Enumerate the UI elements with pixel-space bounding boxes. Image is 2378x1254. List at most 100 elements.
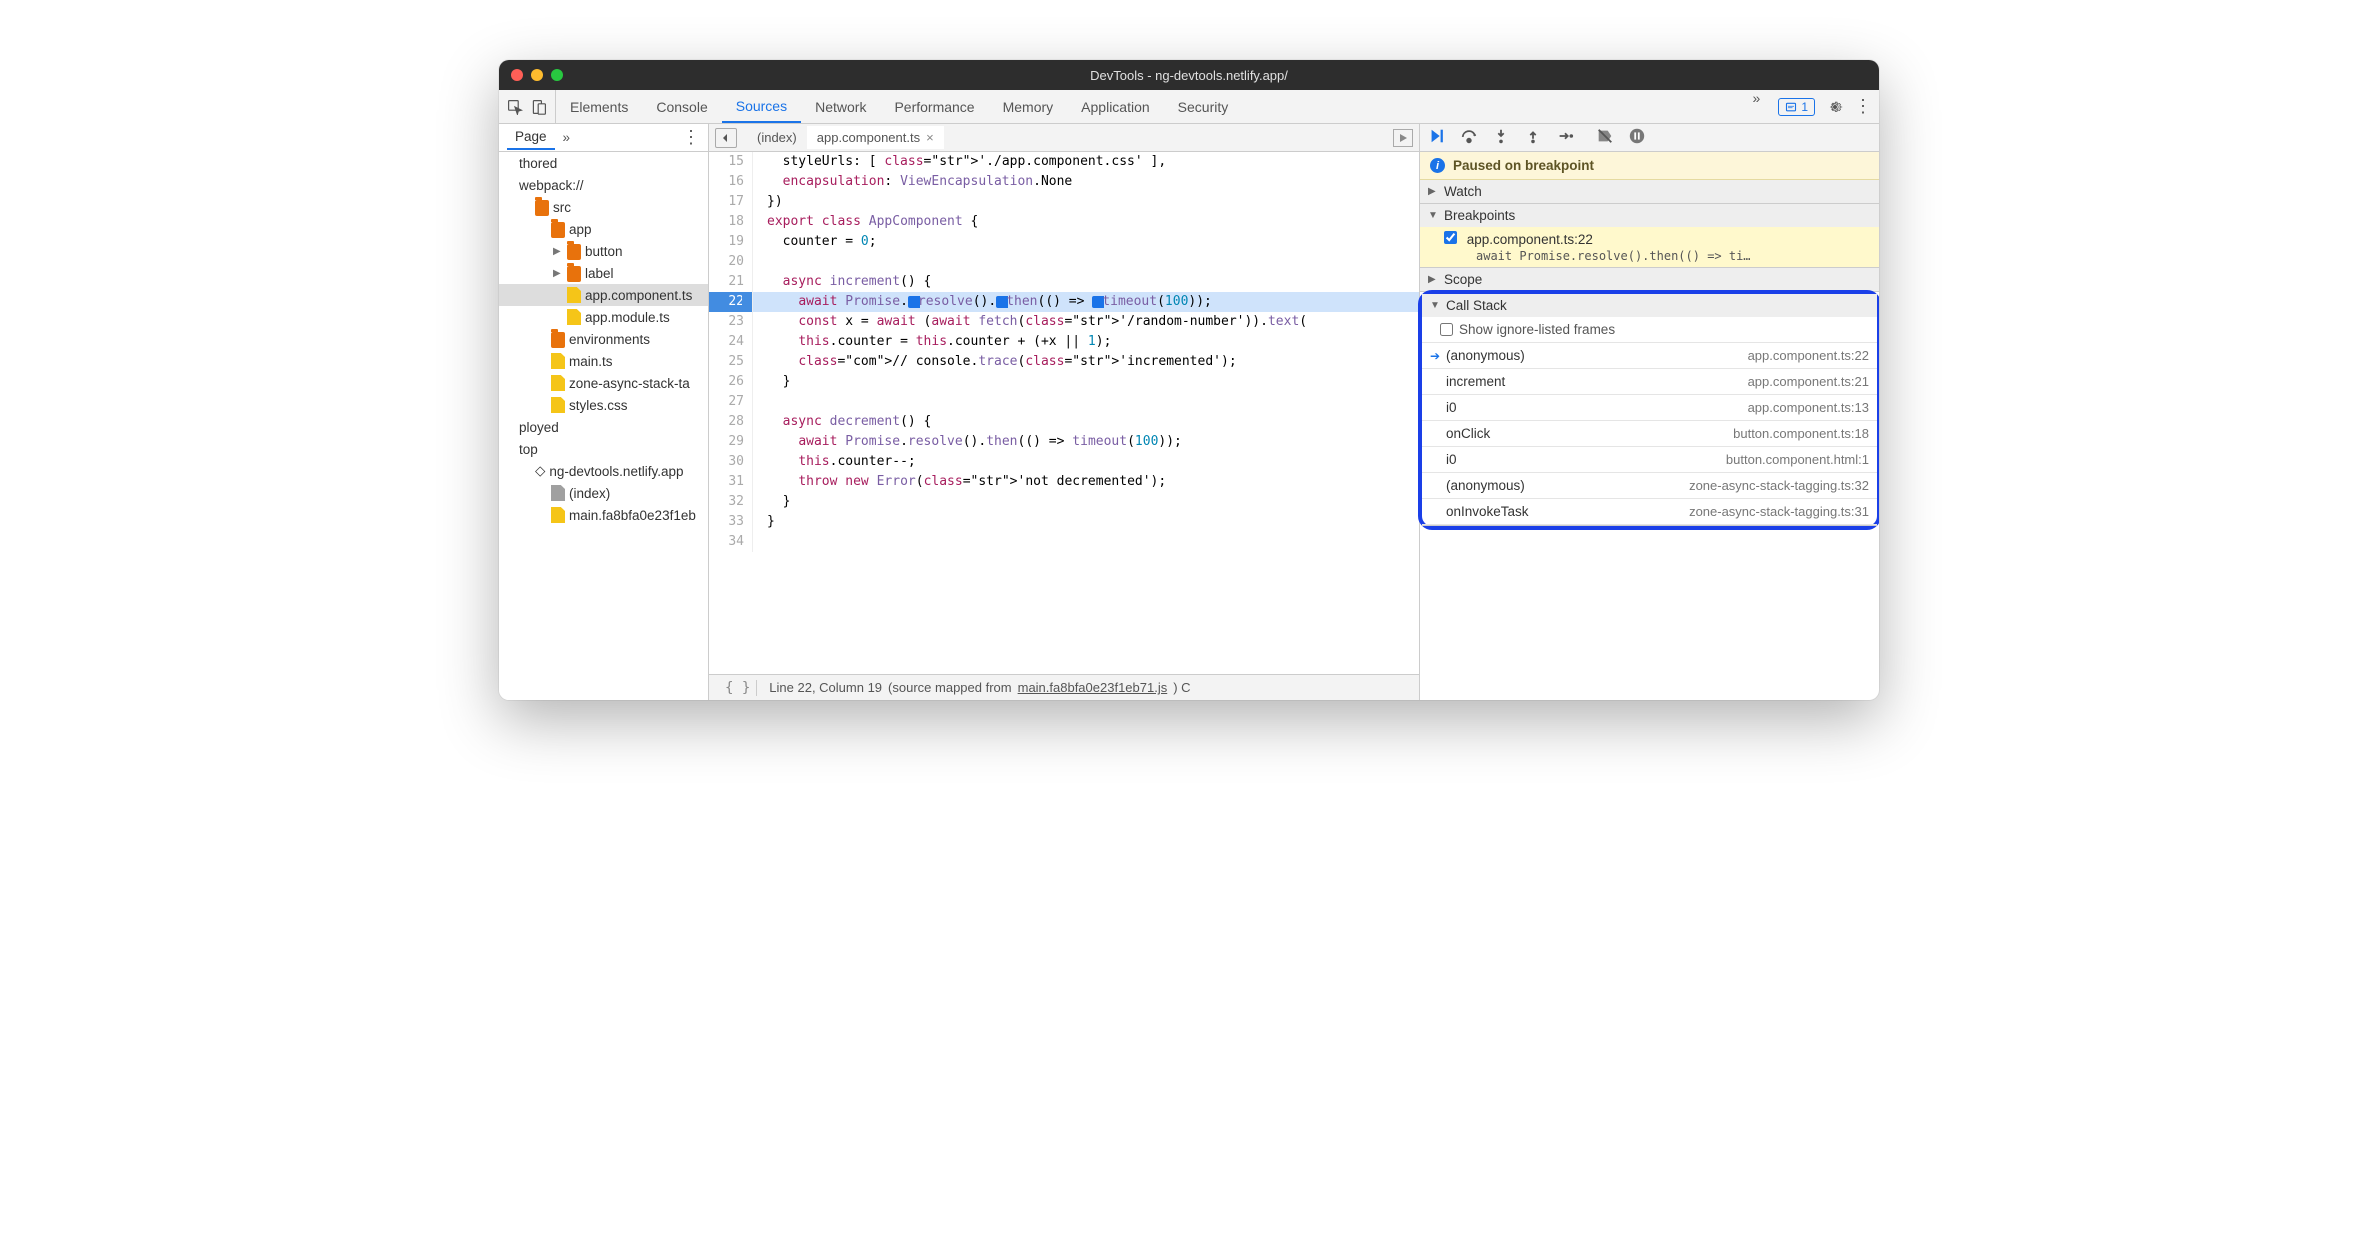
code-line[interactable]: class="com">// console.trace(class="str"… <box>753 352 1419 372</box>
code-line[interactable]: export class AppComponent { <box>753 212 1419 232</box>
gutter-line[interactable]: 30 <box>709 452 753 472</box>
gutter-line[interactable]: 34 <box>709 532 753 552</box>
settings-gear-icon[interactable] <box>1827 99 1843 115</box>
device-toggle-icon[interactable] <box>531 99 547 115</box>
tree-item[interactable]: ▶label <box>499 262 708 284</box>
gutter-line[interactable]: 24 <box>709 332 753 352</box>
tree-item[interactable]: ◇ng-devtools.netlify.app <box>499 460 708 482</box>
tree-item[interactable]: app.module.ts <box>499 306 708 328</box>
navigator-overflow-icon[interactable]: » <box>563 130 571 145</box>
show-ignore-listed-option[interactable]: Show ignore-listed frames <box>1422 317 1877 343</box>
gutter-line[interactable]: 31 <box>709 472 753 492</box>
tree-item[interactable]: top <box>499 438 708 460</box>
breakpoint-checkbox[interactable] <box>1444 231 1457 244</box>
navigator-tab-page[interactable]: Page <box>507 125 555 150</box>
pause-exceptions-icon[interactable] <box>1628 127 1646 148</box>
file-tree[interactable]: thoredwebpack://srcapp▶button▶labelapp.c… <box>499 152 708 700</box>
tree-item[interactable]: ployed <box>499 416 708 438</box>
deactivate-breakpoints-icon[interactable] <box>1596 127 1614 148</box>
code-line[interactable]: this.counter = this.counter + (+x || 1); <box>753 332 1419 352</box>
callstack-frame[interactable]: i0app.component.ts:13 <box>1422 395 1877 421</box>
main-tab-security[interactable]: Security <box>1164 90 1243 123</box>
step-into-icon[interactable] <box>1492 127 1510 148</box>
issues-badge[interactable]: 1 <box>1778 98 1815 116</box>
callstack-frame[interactable]: (anonymous)zone-async-stack-tagging.ts:3… <box>1422 473 1877 499</box>
code-line[interactable]: await Promise.resolve().then(() => timeo… <box>753 292 1419 312</box>
gutter-line[interactable]: 26 <box>709 372 753 392</box>
gutter-line[interactable]: 33 <box>709 512 753 532</box>
tree-item[interactable]: src <box>499 196 708 218</box>
show-ignore-checkbox[interactable] <box>1440 323 1453 336</box>
kebab-menu-icon[interactable]: ⋮ <box>1855 99 1871 115</box>
main-tab-console[interactable]: Console <box>642 90 721 123</box>
code-line[interactable]: this.counter--; <box>753 452 1419 472</box>
main-tab-network[interactable]: Network <box>801 90 880 123</box>
tree-item[interactable]: ▶button <box>499 240 708 262</box>
step-over-icon[interactable] <box>1460 127 1478 148</box>
code-line[interactable]: throw new Error(class="str">'not decreme… <box>753 472 1419 492</box>
code-line[interactable]: }) <box>753 192 1419 212</box>
gutter-line[interactable]: 20 <box>709 252 753 272</box>
code-line[interactable]: async increment() { <box>753 272 1419 292</box>
main-tab-memory[interactable]: Memory <box>989 90 1068 123</box>
sourcemap-link[interactable]: main.fa8bfa0e23f1eb71.js <box>1018 680 1168 695</box>
callstack-frame[interactable]: i0button.component.html:1 <box>1422 447 1877 473</box>
code-line[interactable]: } <box>753 492 1419 512</box>
code-line[interactable]: counter = 0; <box>753 232 1419 252</box>
inspect-element-icon[interactable] <box>507 99 523 115</box>
tree-item[interactable]: (index) <box>499 482 708 504</box>
breakpoint-item[interactable]: app.component.ts:22 await Promise.resolv… <box>1420 227 1879 267</box>
callstack-frame[interactable]: onClickbutton.component.ts:18 <box>1422 421 1877 447</box>
gutter-line[interactable]: 17 <box>709 192 753 212</box>
tree-item[interactable]: styles.css <box>499 394 708 416</box>
tree-item[interactable]: app <box>499 218 708 240</box>
tree-item[interactable]: main.ts <box>499 350 708 372</box>
callstack-frame[interactable]: incrementapp.component.ts:21 <box>1422 369 1877 395</box>
tree-item[interactable]: environments <box>499 328 708 350</box>
editor-run-snippet-icon[interactable] <box>1393 129 1413 147</box>
code-line[interactable]: } <box>753 512 1419 532</box>
tree-item[interactable]: app.component.ts <box>499 284 708 306</box>
resume-icon[interactable] <box>1428 127 1446 148</box>
navigator-more-icon[interactable]: ⋮ <box>682 127 700 148</box>
callstack-frame[interactable]: onInvokeTaskzone-async-stack-tagging.ts:… <box>1422 499 1877 525</box>
gutter-line[interactable]: 28 <box>709 412 753 432</box>
gutter-line[interactable]: 29 <box>709 432 753 452</box>
editor-tab[interactable]: (index) <box>747 126 807 149</box>
gutter-line[interactable]: 15 <box>709 152 753 172</box>
breakpoints-section-header[interactable]: ▼Breakpoints <box>1420 204 1879 227</box>
watch-section-header[interactable]: ▶Watch <box>1420 180 1879 203</box>
code-line[interactable]: encapsulation: ViewEncapsulation.None <box>753 172 1419 192</box>
gutter-line[interactable]: 19 <box>709 232 753 252</box>
gutter-line[interactable]: 32 <box>709 492 753 512</box>
overflow-tabs-icon[interactable]: » <box>1743 90 1771 123</box>
pretty-print-icon[interactable]: { } <box>719 680 757 696</box>
code-line[interactable] <box>753 532 1419 552</box>
gutter-line[interactable]: 16 <box>709 172 753 192</box>
editor-tab[interactable]: app.component.ts× <box>807 126 944 149</box>
code-line[interactable]: styleUrls: [ class="str">'./app.componen… <box>753 152 1419 172</box>
callstack-frame[interactable]: ➔(anonymous)app.component.ts:22 <box>1422 343 1877 369</box>
code-line[interactable]: } <box>753 372 1419 392</box>
code-line[interactable]: const x = await (await fetch(class="str"… <box>753 312 1419 332</box>
step-out-icon[interactable] <box>1524 127 1542 148</box>
gutter-line[interactable]: 22 <box>709 292 753 312</box>
scope-section-header[interactable]: ▶Scope <box>1420 268 1879 291</box>
code-line[interactable]: async decrement() { <box>753 412 1419 432</box>
code-line[interactable] <box>753 392 1419 412</box>
gutter-line[interactable]: 23 <box>709 312 753 332</box>
code-editor[interactable]: 15 styleUrls: [ class="str">'./app.compo… <box>709 152 1419 674</box>
tree-item[interactable]: thored <box>499 152 708 174</box>
main-tab-performance[interactable]: Performance <box>880 90 988 123</box>
gutter-line[interactable]: 25 <box>709 352 753 372</box>
code-line[interactable] <box>753 252 1419 272</box>
close-tab-icon[interactable]: × <box>926 130 934 145</box>
tree-item[interactable]: zone-async-stack-ta <box>499 372 708 394</box>
gutter-line[interactable]: 18 <box>709 212 753 232</box>
gutter-line[interactable]: 27 <box>709 392 753 412</box>
tree-item[interactable]: main.fa8bfa0e23f1eb <box>499 504 708 526</box>
tree-item[interactable]: webpack:// <box>499 174 708 196</box>
main-tab-application[interactable]: Application <box>1067 90 1164 123</box>
main-tab-elements[interactable]: Elements <box>556 90 642 123</box>
code-line[interactable]: await Promise.resolve().then(() => timeo… <box>753 432 1419 452</box>
